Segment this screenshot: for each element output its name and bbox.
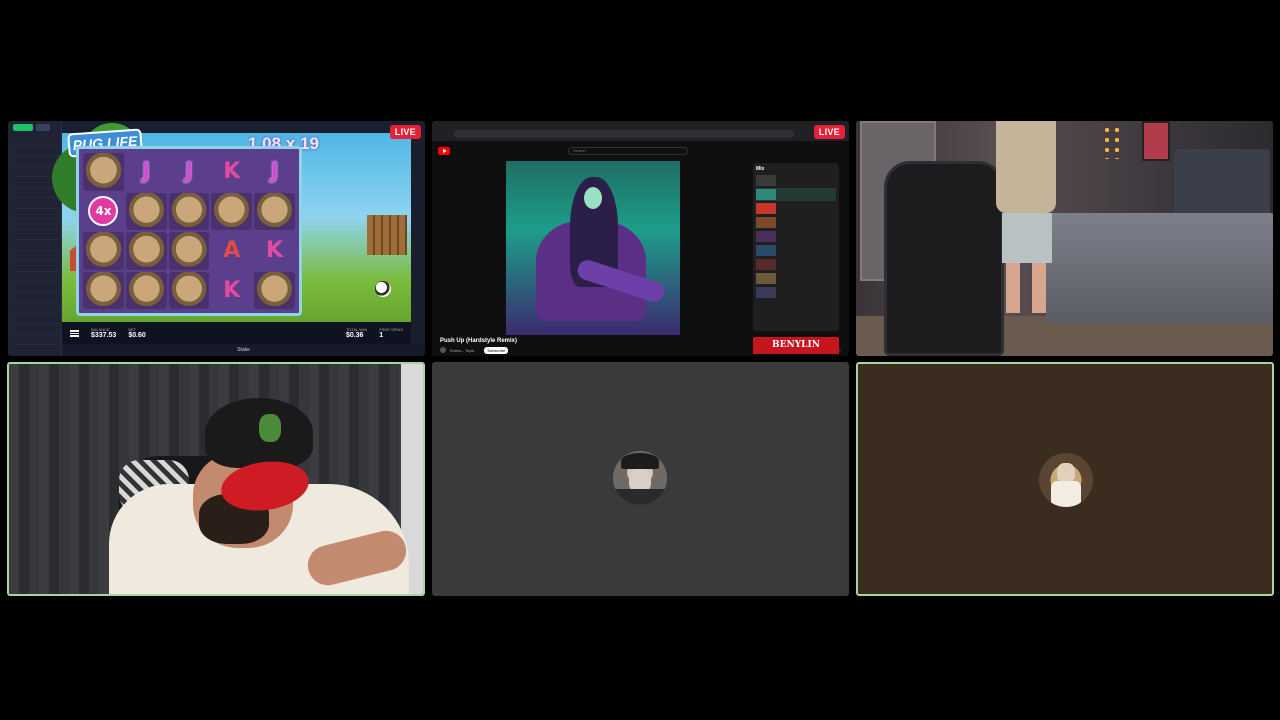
bet-block: BET $0.60 xyxy=(128,327,146,339)
face xyxy=(584,187,602,209)
mix-playlist: Mix xyxy=(753,163,839,331)
casino-sidebar xyxy=(8,121,62,356)
search-input[interactable]: Search xyxy=(568,147,688,155)
live-badge: LIVE xyxy=(813,125,845,139)
multiplier-symbol: 4x xyxy=(83,193,124,231)
participant-avatar xyxy=(1039,453,1093,507)
headboard xyxy=(1174,149,1270,221)
slot-control-bar: BALANCE $337.53 BET $0.60 TOTAL WIN $0.3… xyxy=(62,322,411,344)
cap-patch xyxy=(259,414,281,442)
webcam-tile-active[interactable] xyxy=(7,362,425,596)
sidebar-pill xyxy=(36,124,50,131)
symbol-pug xyxy=(254,271,295,309)
video-player[interactable] xyxy=(506,161,680,335)
sidebar-pill-green xyxy=(13,124,33,131)
person xyxy=(996,121,1056,313)
gaming-chair xyxy=(884,161,1004,356)
balance-value: $337.53 xyxy=(91,332,117,339)
wall-art xyxy=(1142,121,1170,161)
playlist-item[interactable] xyxy=(756,272,836,285)
slot-stream-tile[interactable]: PUG LIFE 1.08 x 19 J J K J 4x A K K BALA… xyxy=(8,121,425,356)
soccer-ball xyxy=(375,281,391,297)
bet-value: $0.60 xyxy=(128,332,146,339)
symbol-k: K xyxy=(266,238,284,264)
youtube-stream-tile[interactable]: Search Push Up (Hardstyle Remix) Kretex … xyxy=(432,121,849,356)
symbol-pug xyxy=(168,232,210,270)
free-spins-value: 1 xyxy=(379,332,384,339)
total-win-value: $0.36 xyxy=(345,332,364,339)
channel-name[interactable]: Kretex - Topic xyxy=(450,348,474,353)
casino-footer: Stake xyxy=(62,344,425,356)
symbol-k: K xyxy=(223,159,241,185)
symbol-pug xyxy=(125,271,167,309)
playlist-item[interactable] xyxy=(756,286,836,299)
sidebar-menu xyxy=(11,135,59,345)
symbol-pug xyxy=(83,153,124,191)
channel-avatar[interactable] xyxy=(440,347,446,353)
symbol-pug xyxy=(211,192,253,230)
address-bar[interactable] xyxy=(454,130,794,138)
playlist-item[interactable] xyxy=(756,244,836,257)
subscribe-button[interactable]: Subscribe xyxy=(484,346,509,354)
symbol-pug xyxy=(83,232,124,270)
total-win-block: TOTAL WIN $0.36 xyxy=(345,327,368,339)
symbol-k: K xyxy=(223,277,241,303)
participant-avatar xyxy=(613,451,667,505)
free-spins-block: FREE SPINS 1 xyxy=(379,327,403,339)
symbol-j: J xyxy=(184,159,194,185)
symbol-pug xyxy=(125,232,167,270)
mix-title: Mix xyxy=(756,166,765,172)
bed xyxy=(1046,213,1273,323)
menu-icon[interactable] xyxy=(70,329,79,337)
youtube-logo-icon[interactable] xyxy=(438,147,450,155)
live-badge: LIVE xyxy=(389,125,421,139)
playlist-item[interactable] xyxy=(756,258,836,271)
symbol-j: J xyxy=(270,159,279,185)
symbol-pug xyxy=(125,192,167,230)
reel-grid: J J K J 4x A K K xyxy=(76,146,302,316)
fence xyxy=(367,215,407,255)
balance-block: BALANCE $337.53 xyxy=(91,327,117,339)
playlist-item[interactable] xyxy=(756,188,836,201)
participant-tile-camera-off[interactable] xyxy=(432,362,849,596)
playlist-item[interactable] xyxy=(756,230,836,243)
symbol-j: J xyxy=(142,159,151,185)
participant-tile-active[interactable] xyxy=(856,362,1274,596)
symbol-pug xyxy=(83,271,124,309)
browser-chrome xyxy=(432,121,849,141)
video-title: Push Up (Hardstyle Remix) xyxy=(440,338,518,344)
symbol-pug xyxy=(168,192,210,230)
symbol-a: A xyxy=(223,238,241,264)
bedroom-cam-tile[interactable] xyxy=(856,121,1273,356)
ad-banner[interactable]: BENYLIN xyxy=(753,337,839,354)
symbol-pug xyxy=(168,271,210,309)
symbol-pug xyxy=(254,192,295,230)
playlist-item[interactable] xyxy=(756,216,836,229)
playlist-item[interactable] xyxy=(756,174,836,187)
hex-lights xyxy=(1102,125,1122,159)
playlist-item[interactable] xyxy=(756,202,836,215)
